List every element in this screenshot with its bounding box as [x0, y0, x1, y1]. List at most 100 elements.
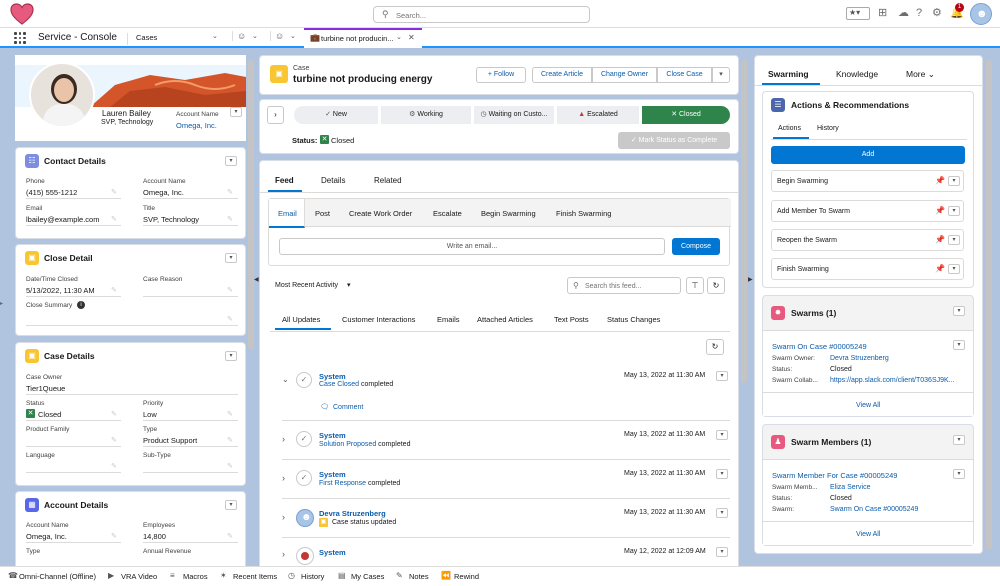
expand-path-chevron-icon[interactable]: › — [267, 106, 284, 124]
utility-macros[interactable]: Macros — [183, 572, 208, 581]
tab-related[interactable]: Related — [374, 176, 402, 185]
refresh-icon[interactable]: ↻ — [707, 277, 725, 294]
collapse-left-arrow-icon[interactable]: ▸ — [0, 300, 3, 307]
setup-gear-icon[interactable]: ⚙ — [932, 7, 942, 19]
path-step-working[interactable]: ⚙ Working — [381, 106, 471, 124]
global-search-input[interactable]: ⚲ Search... — [373, 6, 590, 23]
chevron-down-icon[interactable]: ▾ — [230, 107, 242, 117]
swarm-owner-link[interactable]: Devra Struzenberg — [830, 355, 889, 362]
feed-author[interactable]: System — [319, 431, 346, 440]
action-item[interactable]: Finish Swarming 📌 ▾ — [771, 258, 964, 280]
edit-pencil-icon[interactable]: ✎ — [111, 462, 117, 470]
feed-search-input[interactable]: ⚲ Search this feed... — [567, 277, 681, 294]
filter-emails[interactable]: Emails — [437, 315, 460, 324]
comment-link[interactable]: Comment — [333, 404, 363, 411]
email-link[interactable]: lbailey@example.com — [26, 215, 99, 224]
edit-pencil-icon[interactable]: ✎ — [227, 215, 233, 223]
tab-swarming[interactable]: Swarming — [768, 69, 809, 79]
chevron-down-icon[interactable]: ▾ — [225, 351, 237, 361]
chevron-down-icon[interactable]: ⌄ — [212, 32, 218, 40]
edit-pencil-icon[interactable]: ✎ — [227, 286, 233, 294]
feed-author[interactable]: System — [319, 548, 346, 557]
account-name-link[interactable]: Omega, Inc. — [176, 121, 217, 130]
feed-author[interactable]: System — [319, 372, 346, 381]
edit-pencil-icon[interactable]: ✎ — [227, 532, 233, 540]
edit-pencil-icon[interactable]: ✎ — [227, 188, 233, 196]
chevron-down-icon[interactable]: ▾ — [716, 469, 728, 479]
chevron-down-icon[interactable]: ▾ — [948, 176, 960, 186]
pin-icon[interactable]: 📌 — [935, 264, 945, 273]
close-case-button[interactable]: Close Case — [657, 67, 712, 83]
edit-pencil-icon[interactable]: ✎ — [111, 410, 117, 418]
utility-recent-items[interactable]: Recent Items — [233, 572, 277, 581]
swarm-collab-link[interactable]: https://app.slack.com/client/T036SJ9K... — [830, 377, 955, 384]
chevron-right-icon[interactable]: › — [282, 434, 285, 444]
comment-icon[interactable]: 🗨 — [320, 403, 329, 411]
chevron-down-icon[interactable]: ▾ — [953, 469, 965, 479]
publisher-tab-work-order[interactable]: Create Work Order — [349, 209, 412, 218]
caret-down-icon[interactable]: ▾ — [347, 281, 351, 289]
collapse-left-arrow-icon[interactable]: ◀ — [254, 276, 259, 283]
edit-pencil-icon[interactable]: ✎ — [111, 436, 117, 444]
edit-pencil-icon[interactable]: ✎ — [227, 436, 233, 444]
feed-link[interactable]: Solution Proposed — [319, 441, 376, 448]
path-step-escalated[interactable]: ▲ Escalated — [557, 106, 639, 124]
swarm-record-link[interactable]: Swarm On Case #00005249 — [772, 342, 867, 351]
compose-button[interactable]: Compose — [672, 238, 720, 255]
filter-icon[interactable]: ⊤ — [686, 277, 704, 294]
chevron-down-icon[interactable]: ▾ — [953, 435, 965, 445]
filter-attached-articles[interactable]: Attached Articles — [477, 315, 533, 324]
tab-knowledge[interactable]: Knowledge — [836, 69, 878, 79]
filter-text-posts[interactable]: Text Posts — [554, 315, 589, 324]
add-icon[interactable]: ⊞ — [878, 7, 887, 19]
utility-vra-video[interactable]: VRA Video — [121, 572, 157, 581]
chevron-down-icon[interactable]: ▾ — [716, 430, 728, 440]
feed-author[interactable]: Devra Struzenberg — [319, 509, 386, 518]
chevron-down-icon[interactable]: ▾ — [225, 253, 237, 263]
left-scrollbar[interactable] — [248, 60, 254, 350]
action-item[interactable]: Begin Swarming 📌 ▾ — [771, 170, 964, 192]
sort-dropdown-label[interactable]: Most Recent Activity — [275, 282, 338, 289]
chevron-down-icon[interactable]: ▾ — [225, 500, 237, 510]
chevron-down-icon[interactable]: ⌄ — [290, 32, 296, 40]
phone-value[interactable]: (415) 555-1212 — [26, 188, 77, 197]
edit-pencil-icon[interactable]: ✎ — [227, 410, 233, 418]
favorites-star-icon[interactable]: ★▾ — [846, 7, 870, 20]
chevron-down-icon[interactable]: ⌄ — [396, 33, 402, 41]
tab-details[interactable]: Details — [321, 176, 345, 185]
edit-pencil-icon[interactable]: ✎ — [111, 532, 117, 540]
mark-status-complete-button[interactable]: ✓ Mark Status as Complete — [618, 132, 730, 149]
utility-my-cases[interactable]: My Cases — [351, 572, 384, 581]
chevron-down-icon[interactable]: ▾ — [948, 235, 960, 245]
edit-pencil-icon[interactable]: ✎ — [227, 315, 233, 323]
user-avatar[interactable]: ☻ — [970, 3, 992, 25]
pin-icon[interactable]: 📌 — [935, 206, 945, 215]
chevron-down-icon[interactable]: ▾ — [716, 371, 728, 381]
collapse-right-arrow-icon[interactable]: ▶ — [748, 276, 753, 283]
utility-omni-channel[interactable]: Omni-Channel (Offline) — [19, 572, 96, 581]
edit-pencil-icon[interactable]: ✎ — [111, 215, 117, 223]
feed-link[interactable]: Case Closed — [319, 381, 359, 388]
path-step-waiting[interactable]: ◷ Waiting on Custo... — [474, 106, 554, 124]
change-owner-button[interactable]: Change Owner — [592, 67, 657, 83]
account-link[interactable]: Omega, Inc. — [143, 188, 184, 197]
chevron-down-icon[interactable]: ⌄ — [252, 32, 258, 40]
chevron-down-icon[interactable]: ▾ — [948, 206, 960, 216]
utility-notes[interactable]: Notes — [409, 572, 429, 581]
chevron-down-icon[interactable]: ▾ — [716, 508, 728, 518]
workspace-icon[interactable]: ☺ — [232, 31, 246, 41]
utility-rewind[interactable]: Rewind — [454, 572, 479, 581]
close-tab-icon[interactable]: ✕ — [408, 33, 415, 42]
create-article-button[interactable]: Create Article — [532, 67, 592, 83]
action-item[interactable]: Reopen the Swarm 📌 ▾ — [771, 229, 964, 251]
tab-more[interactable]: More ⌄ — [906, 69, 935, 80]
right-scrollbar[interactable] — [986, 60, 992, 550]
chevron-down-icon[interactable]: ▾ — [716, 547, 728, 557]
publisher-tab-escalate[interactable]: Escalate — [433, 209, 462, 218]
publisher-tab-finish-swarming[interactable]: Finish Swarming — [556, 209, 611, 218]
tab-case-turbine[interactable]: 💼 turbine not producin... ⌄ ✕ — [304, 28, 422, 48]
workspace-icon[interactable]: ☺ — [270, 31, 284, 41]
heart-logo-icon[interactable] — [10, 3, 34, 25]
edit-pencil-icon[interactable]: ✎ — [227, 462, 233, 470]
chevron-down-icon[interactable]: ▾ — [953, 306, 965, 316]
